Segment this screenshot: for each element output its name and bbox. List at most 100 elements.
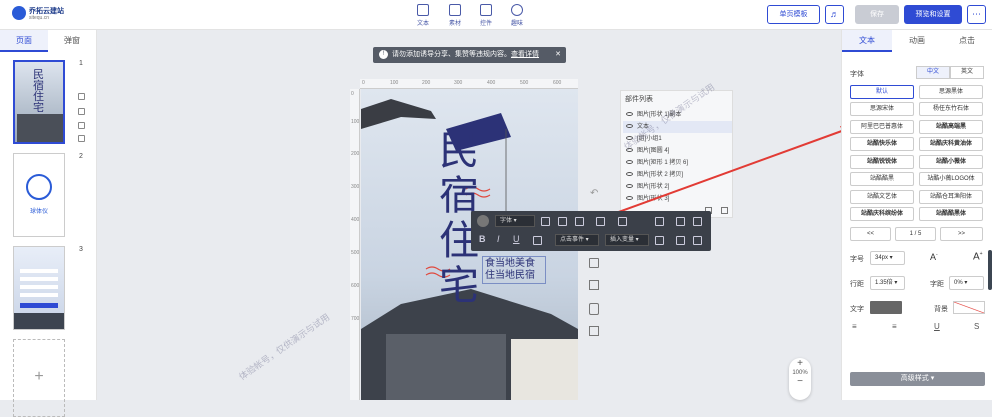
layer-order-icon[interactable]	[655, 217, 664, 226]
strikethrough-icon[interactable]: S	[974, 322, 979, 331]
tab-animation[interactable]: 动画	[892, 30, 942, 52]
underline-icon[interactable]: U	[934, 322, 940, 331]
line-height-select[interactable]: 1.35倍 ▾	[870, 276, 905, 290]
list-icon[interactable]	[596, 217, 605, 226]
text-icon	[417, 4, 429, 16]
background-color-swatch[interactable]	[953, 301, 985, 314]
advanced-style-button[interactable]: 高级样式 ▾	[850, 372, 985, 386]
font-size-increase-icon[interactable]: A+	[973, 251, 983, 262]
tool-fun[interactable]: 趣味	[506, 4, 528, 27]
font-option[interactable]: 思源宋体	[850, 102, 914, 116]
notice-bar: ! 请勿添加诱导分享、集赞等违规内容。查看详情 ✕	[373, 47, 566, 63]
font-option[interactable]: 站酷庆科黄油体	[919, 137, 983, 151]
phone-icon[interactable]	[589, 303, 599, 315]
title-char: 民	[439, 128, 479, 174]
italic-icon[interactable]: I	[497, 234, 500, 244]
ruler-tick: 400	[351, 217, 360, 223]
zoom-in-icon[interactable]: +	[789, 358, 811, 370]
single-template-button[interactable]: 单页模板	[767, 5, 820, 24]
font-select-label: 字体	[500, 218, 513, 224]
tool-text[interactable]: 文本	[412, 4, 434, 27]
add-page-icon[interactable]	[78, 93, 85, 100]
tab-text[interactable]: 文本	[842, 30, 892, 52]
transform-icon[interactable]	[655, 236, 664, 245]
font-option[interactable]: 站酷仓耳渔阳体	[919, 190, 983, 204]
zoom-out-icon[interactable]: −	[789, 376, 811, 388]
scrollbar-thumb[interactable]	[988, 250, 992, 290]
line-height-icon[interactable]	[618, 217, 627, 226]
ruler-vertical: 0 100 200 300 400 500 600 700	[350, 89, 360, 400]
color-picker-button[interactable]	[477, 215, 489, 227]
insert-variable-select[interactable]: 插入变量 ▾	[605, 234, 649, 246]
font-option[interactable]: 默认	[850, 85, 914, 99]
copy-page-icon[interactable]	[78, 108, 85, 115]
eye-icon[interactable]	[626, 112, 633, 117]
lang-english-tab[interactable]: 英文	[950, 66, 984, 79]
ruler-tick: 300	[351, 184, 360, 190]
font-option[interactable]: 站酷酷黑	[850, 172, 914, 186]
font-option[interactable]: 站酷文艺体	[850, 190, 914, 204]
align-right-icon[interactable]	[558, 217, 567, 226]
page-thumb-2[interactable]: 球体仪	[13, 153, 65, 237]
selected-text-box[interactable]: 食当地美食 住当地民宿	[482, 256, 546, 284]
preview-settings-button[interactable]: 预览和设置	[904, 5, 962, 24]
font-label: 字体	[850, 71, 864, 78]
page-panel: 页面 弹窗 1 民宿住宅 2 球体仪 3 +	[0, 30, 97, 417]
font-option[interactable]: 站酷锐锐体	[850, 155, 914, 169]
font-option[interactable]: 站酷高端黑	[919, 120, 983, 134]
font-option[interactable]: 站酷酷黑体	[919, 207, 983, 221]
ruler-tick: 200	[422, 80, 431, 86]
effect-icon[interactable]	[693, 217, 702, 226]
border-icon[interactable]	[533, 236, 542, 245]
font-option[interactable]: 阿里巴巴普惠体	[850, 120, 914, 134]
font-page-prev[interactable]: <<	[850, 227, 891, 241]
save-button[interactable]: 保存	[855, 5, 899, 24]
click-event-select[interactable]: 点击事件 ▾	[555, 234, 599, 246]
tool-material[interactable]: 素材	[444, 4, 466, 27]
font-select[interactable]: 字体 ▾	[495, 215, 535, 227]
font-size-input[interactable]: 34px ▾	[870, 251, 905, 265]
align-left-icon[interactable]	[541, 217, 550, 226]
text-size-icon[interactable]	[575, 217, 584, 226]
duplicate-page-icon[interactable]	[78, 122, 85, 129]
tab-popups[interactable]: 弹窗	[48, 30, 96, 52]
qr-icon[interactable]	[676, 217, 685, 226]
font-option[interactable]: 思源黑体	[919, 85, 983, 99]
font-option[interactable]: 站酷小薇体	[919, 155, 983, 169]
font-option[interactable]: 站酷小薇LOGO体	[919, 172, 983, 186]
house-wall-shape	[386, 334, 506, 400]
font-size-decrease-icon[interactable]: A-	[930, 252, 938, 262]
watermark: 体验帐号，仅供演示与试用	[237, 311, 332, 382]
page-thumb-3[interactable]	[13, 246, 65, 330]
download-icon[interactable]	[589, 326, 599, 336]
underline-icon[interactable]: U	[513, 234, 520, 244]
text-color-swatch[interactable]	[870, 301, 902, 314]
add-page-button[interactable]: +	[13, 339, 65, 417]
close-icon[interactable]: ✕	[555, 47, 561, 63]
ruler-tick: 0	[362, 80, 365, 86]
undo-icon[interactable]: ↶	[590, 188, 598, 199]
align-left-icon[interactable]: ≡	[852, 322, 857, 331]
more-button[interactable]: ⋯	[967, 5, 986, 24]
font-page-next[interactable]: >>	[940, 227, 983, 241]
thumb-label: 球体仪	[29, 209, 48, 215]
poster-line-2: 住当地民宿	[485, 270, 535, 281]
align-center-icon[interactable]: ≡	[892, 322, 897, 331]
page-thumb-1[interactable]: 民宿住宅	[13, 60, 65, 144]
music-button[interactable]: ♬	[825, 5, 844, 24]
layer-icon[interactable]	[589, 258, 599, 268]
delete-page-icon[interactable]	[78, 135, 85, 142]
trash-icon[interactable]	[693, 236, 702, 245]
bold-icon[interactable]: B	[479, 234, 486, 244]
font-option[interactable]: 杨任东竹石体	[919, 102, 983, 116]
letter-spacing-select[interactable]: 0% ▾	[949, 276, 984, 290]
font-option[interactable]: 站酷快乐体	[850, 137, 914, 151]
tab-click[interactable]: 点击	[942, 30, 992, 52]
tab-pages[interactable]: 页面	[0, 30, 48, 52]
font-option[interactable]: 站酷庆科缤纷体	[850, 207, 914, 221]
copy-icon[interactable]	[676, 236, 685, 245]
tool-widget[interactable]: 控件	[475, 4, 497, 27]
notice-link[interactable]: 查看详情	[511, 51, 539, 58]
grid-icon[interactable]	[589, 280, 599, 290]
lang-chinese-tab[interactable]: 中文	[916, 66, 950, 79]
